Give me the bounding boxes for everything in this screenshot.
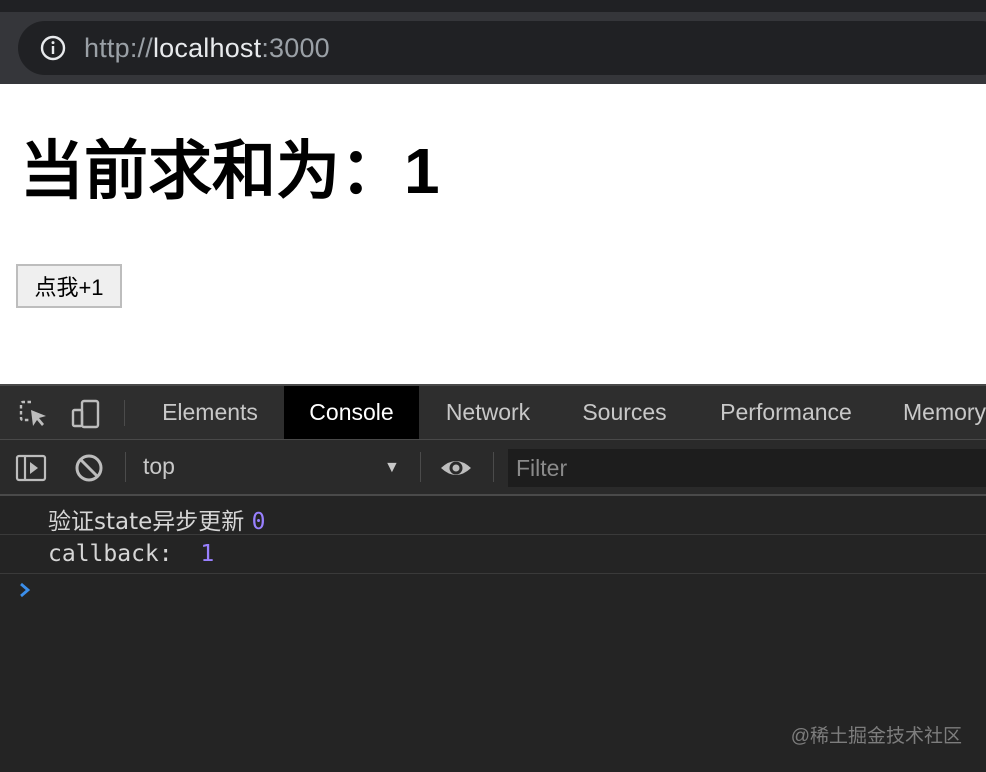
- toolbar-divider: [493, 452, 494, 482]
- toolbar-divider: [420, 452, 421, 482]
- tabbar-divider: [124, 400, 125, 426]
- clear-console-icon[interactable]: [73, 452, 105, 484]
- tab-performance[interactable]: Performance: [700, 386, 872, 439]
- address-bar[interactable]: http://localhost:3000: [18, 21, 986, 75]
- log-value: 1: [200, 541, 215, 567]
- tab-network[interactable]: Network: [424, 386, 552, 439]
- url-text[interactable]: http://localhost:3000: [84, 32, 330, 64]
- devtools-panel: Elements Console Network Sources Perform…: [0, 384, 986, 772]
- context-selector[interactable]: top: [143, 453, 175, 480]
- dropdown-arrow-icon[interactable]: ▼: [384, 459, 400, 477]
- inspect-element-icon[interactable]: [17, 398, 49, 430]
- console-log-row: callback: 1: [0, 535, 986, 574]
- device-toolbar-icon[interactable]: [70, 398, 102, 430]
- live-expression-icon[interactable]: [440, 452, 472, 484]
- chevron-right-icon[interactable]: [17, 580, 33, 600]
- log-value: 0: [251, 509, 266, 535]
- url-scheme: http://: [84, 33, 153, 63]
- tab-elements[interactable]: Elements: [142, 386, 278, 439]
- page-title: 当前求和为：1: [20, 135, 440, 207]
- tab-console[interactable]: Console: [284, 386, 419, 439]
- sidebar-toggle-icon[interactable]: [15, 452, 47, 484]
- log-label: callback:: [48, 541, 201, 567]
- devtools-tabbar: Elements Console Network Sources Perform…: [0, 386, 986, 440]
- filter-input[interactable]: [508, 449, 986, 487]
- url-port: :3000: [261, 33, 330, 63]
- tab-sources[interactable]: Sources: [562, 386, 687, 439]
- url-host: localhost: [152, 33, 262, 63]
- toolbar-divider: [125, 452, 126, 482]
- browser-chrome: http://localhost:3000: [0, 0, 986, 84]
- console-toolbar: top ▼: [0, 440, 986, 496]
- watermark: @稀土掘金技术社区: [790, 726, 962, 747]
- tab-memory[interactable]: Memory: [885, 386, 986, 439]
- log-message: callback: 1: [48, 541, 214, 567]
- log-message: 验证state异步更新 0: [48, 502, 265, 536]
- info-icon[interactable]: [40, 35, 66, 61]
- console-log-row: 验证state异步更新 0: [0, 496, 986, 535]
- tab-strip: [0, 0, 986, 12]
- log-label: 验证state异步更新: [48, 509, 252, 535]
- increment-button[interactable]: 点我+1: [16, 264, 122, 308]
